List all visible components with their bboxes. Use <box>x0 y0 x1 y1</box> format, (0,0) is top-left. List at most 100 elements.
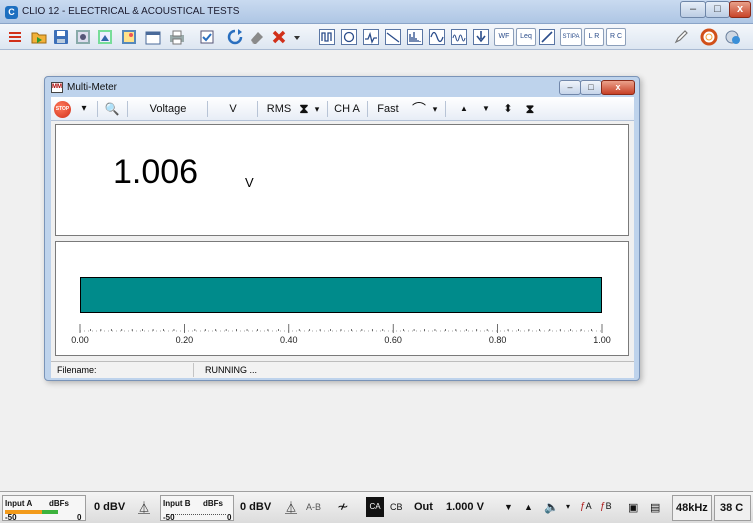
bottom-status-bar: Input A dBFs -50 0 0 dBV ⏅ Input B dBFs … <box>0 491 753 523</box>
input-a-trigger-icon[interactable]: ⏅ <box>138 499 150 516</box>
sample-rate-panel[interactable]: 48kHz <box>672 495 712 521</box>
coupling-b-button[interactable]: CB <box>390 502 403 512</box>
save-icon[interactable] <box>52 28 70 46</box>
menu-icon[interactable] <box>6 28 24 46</box>
input-b-panel[interactable]: Input B dBFs -50 0 <box>160 495 234 522</box>
input-b-unit: dBFs <box>203 499 223 508</box>
speed-selector[interactable]: Fast <box>371 97 405 121</box>
input-a-min: -50 <box>5 513 17 522</box>
eraser-icon[interactable] <box>248 28 266 46</box>
channel-selector[interactable]: CH A <box>331 97 363 121</box>
filter-a-label: A <box>585 501 592 511</box>
bar-graph-panel: 0.00 0.20 0.40 0.60 0.80 1.00 <box>55 241 629 356</box>
input-b-label: Input B <box>163 499 191 508</box>
input-b-meter <box>171 512 226 515</box>
input-a-unit: dBFs <box>49 499 69 508</box>
sweep-icon[interactable] <box>362 28 380 46</box>
calendar-icon[interactable] <box>144 28 162 46</box>
input-b-trigger-icon[interactable]: ⏅ <box>285 499 297 516</box>
coupling-a-button[interactable]: CA <box>366 497 384 517</box>
output-level[interactable]: 1.000 V <box>446 501 484 513</box>
multimeter-minimize-button[interactable]: – <box>559 80 581 95</box>
parameter-selector[interactable]: Voltage <box>133 97 203 121</box>
stipa-icon[interactable]: STIPA <box>560 28 582 46</box>
curve-dropdown-icon[interactable]: ▾ <box>429 97 441 121</box>
close-button[interactable]: x <box>729 1 751 18</box>
fft-icon[interactable] <box>406 28 424 46</box>
input-b-max: 0 <box>227 513 232 522</box>
toolbar-separator <box>445 101 446 117</box>
scale-label: 0.00 <box>71 335 89 345</box>
scale-label: 0.20 <box>176 335 194 345</box>
multimeter-status-bar: Filename: RUNNING ... <box>51 361 634 378</box>
range-icon[interactable]: ⧗ <box>297 97 311 121</box>
input-a-meter-green <box>42 510 58 514</box>
cancel-icon[interactable] <box>270 28 288 46</box>
checkbox-icon[interactable] <box>198 28 216 46</box>
output-up-icon[interactable]: ▲ <box>524 502 533 512</box>
phantom-icon[interactable]: ≁ <box>337 498 349 515</box>
scale-down-icon[interactable]: ▼ <box>479 97 493 121</box>
help-icon[interactable] <box>700 28 718 46</box>
zoom-icon[interactable]: 🔍 <box>103 97 121 121</box>
readout-panel: 1.006 V <box>55 124 629 236</box>
a-minus-b-button[interactable]: A-B <box>306 502 321 512</box>
slope-icon[interactable] <box>538 28 556 46</box>
multimeter-window[interactable]: MM Multi-Meter – □ x STOP ▾ 🔍 Voltage V … <box>44 76 640 381</box>
main-toolbar: WF Leq STIPA L R R C <box>0 24 753 50</box>
rc-icon[interactable]: R C <box>606 28 626 46</box>
toolbar-separator <box>207 101 208 117</box>
loop-icon[interactable] <box>340 28 358 46</box>
oscilloscope-icon[interactable] <box>318 28 336 46</box>
minimize-button[interactable]: – <box>680 1 706 18</box>
sine-icon[interactable] <box>428 28 446 46</box>
cancel-dropdown-icon[interactable] <box>288 28 300 46</box>
print-icon[interactable] <box>168 28 186 46</box>
settings-icon[interactable] <box>74 28 92 46</box>
filter-b-button[interactable]: ƒB <box>600 501 612 512</box>
scale-updown-icon[interactable]: ⬍ <box>501 97 515 121</box>
level-bar <box>80 277 602 313</box>
mode-selector[interactable]: RMS <box>261 97 297 121</box>
multimeter-maximize-button[interactable]: □ <box>580 80 602 95</box>
multimeter-close-button[interactable]: x <box>601 80 635 95</box>
export-icon[interactable] <box>96 28 114 46</box>
output-down-icon[interactable]: ▼ <box>504 502 513 512</box>
filter-icon[interactable] <box>384 28 402 46</box>
input-a-panel[interactable]: Input A dBFs -50 0 <box>2 495 86 522</box>
pen-icon[interactable] <box>672 28 690 46</box>
curve-icon[interactable]: ⌒ <box>409 97 429 121</box>
update-icon[interactable] <box>724 28 742 46</box>
open-icon[interactable] <box>30 28 48 46</box>
refresh-icon[interactable] <box>226 28 244 46</box>
app-title-bar: C CLIO 12 - ELECTRICAL & ACOUSTICAL TEST… <box>0 0 753 24</box>
input-a-level[interactable]: 0 dBV <box>94 501 125 513</box>
autoscale-icon[interactable]: ⧗ <box>523 97 537 121</box>
probe-icon[interactable] <box>472 28 490 46</box>
capture-dropdown[interactable]: ▾ <box>77 97 91 121</box>
filter-a-button[interactable]: ƒA <box>580 501 592 512</box>
toolbar-separator <box>97 101 98 117</box>
toolbar-separator <box>327 101 328 117</box>
output-label: Out <box>414 501 433 513</box>
image-icon[interactable] <box>120 28 138 46</box>
sweep-alt-icon[interactable] <box>450 28 468 46</box>
leq-icon[interactable]: Leq <box>516 28 536 46</box>
status-divider <box>193 363 194 377</box>
scale-label: 0.80 <box>489 335 507 345</box>
bar-scale: 0.00 0.20 0.40 0.60 0.80 1.00 <box>56 320 630 356</box>
speaker-dropdown-icon[interactable]: ▾ <box>566 502 570 511</box>
range-dropdown-icon[interactable]: ▾ <box>311 97 323 121</box>
scale-up-icon[interactable]: ▲ <box>457 97 471 121</box>
unit-selector[interactable]: V <box>211 97 255 121</box>
stop-button[interactable]: STOP <box>54 101 71 118</box>
input-b-level[interactable]: 0 dBV <box>240 501 271 513</box>
hardware-icon[interactable]: ▤ <box>650 501 660 514</box>
speaker-icon[interactable]: 🔈 <box>544 500 559 514</box>
device-icon[interactable]: ▣ <box>628 501 638 514</box>
bar-track <box>80 277 602 313</box>
maximize-button[interactable]: □ <box>705 1 730 18</box>
lr-icon[interactable]: L R <box>584 28 604 46</box>
wf-icon[interactable]: WF <box>494 28 514 46</box>
clio-logo-icon: C <box>5 6 18 19</box>
